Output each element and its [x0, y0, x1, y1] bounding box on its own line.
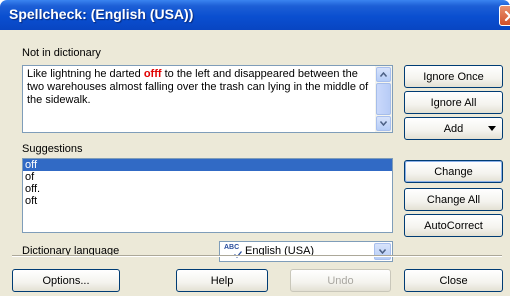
sentence-text: Like lightning he darted offf to the lef… [27, 68, 374, 107]
list-item[interactable]: of [23, 171, 392, 183]
help-button[interactable]: Help [176, 269, 268, 292]
scroll-up-button[interactable] [376, 67, 391, 82]
abc-icon: ABC [224, 244, 240, 251]
sentence-text-area[interactable]: Like lightning he darted offf to the lef… [22, 65, 393, 133]
not-in-dictionary-label: Not in dictionary [22, 47, 101, 59]
chevron-up-icon [380, 72, 387, 77]
suggestions-list[interactable]: off of off. oft [22, 158, 393, 233]
misspelled-word: offf [143, 68, 162, 80]
ignore-once-button[interactable]: Ignore Once [404, 65, 503, 88]
suggestions-label: Suggestions [22, 143, 83, 155]
autocorrect-button[interactable]: AutoCorrect [404, 214, 503, 237]
add-button[interactable]: Add [404, 117, 503, 140]
title-bar: Spellcheck: (English (USA)) [0, 0, 510, 30]
text-area-scrollbar[interactable] [375, 66, 392, 132]
dictionary-language-select[interactable]: ABC English (USA) [219, 241, 393, 262]
scroll-thumb[interactable] [376, 83, 391, 115]
list-item[interactable]: oft [23, 195, 392, 207]
scroll-down-button[interactable] [376, 116, 391, 131]
chevron-down-icon [380, 121, 387, 126]
change-button[interactable]: Change [404, 160, 503, 183]
undo-button[interactable]: Undo [290, 269, 391, 292]
add-button-label: Add [443, 122, 464, 135]
spellcheck-dialog: Spellcheck: (English (USA)) Not in dicti… [0, 0, 510, 296]
list-item[interactable]: off [23, 159, 392, 171]
change-all-button[interactable]: Change All [404, 188, 503, 211]
chevron-down-icon [379, 249, 386, 254]
separator [12, 255, 502, 257]
close-window-button[interactable] [499, 5, 510, 26]
dropdown-arrow-icon [488, 126, 496, 131]
sentence-before: Like lightning he darted [27, 68, 144, 80]
close-button[interactable]: Close [404, 269, 503, 292]
ignore-all-button[interactable]: Ignore All [404, 91, 503, 114]
list-item[interactable]: off. [23, 183, 392, 195]
dropdown-button[interactable] [374, 243, 391, 260]
close-icon [504, 10, 510, 21]
options-button[interactable]: Options... [12, 269, 120, 292]
dialog-title: Spellcheck: (English (USA)) [9, 6, 194, 22]
